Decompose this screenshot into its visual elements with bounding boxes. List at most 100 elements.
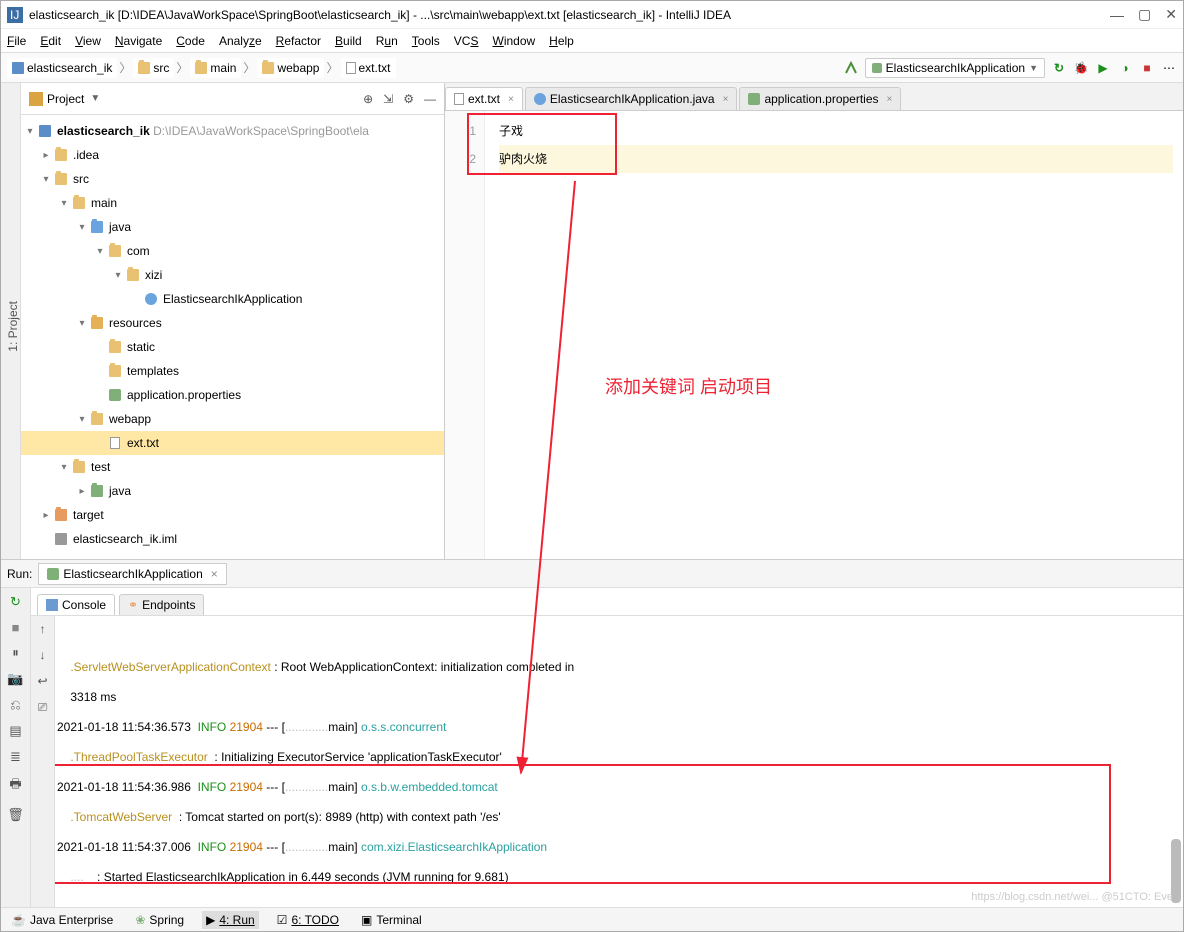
close-icon[interactable]: ×: [508, 94, 514, 105]
pause-icon[interactable]: ⏸: [12, 645, 19, 661]
tree-resources[interactable]: ▾resources: [21, 311, 444, 335]
annotation-text: 添加关键词 启动项目: [605, 373, 772, 401]
menu-view[interactable]: View: [75, 34, 101, 48]
tree-root[interactable]: ▾elasticsearch_ik D:\IDEA\JavaWorkSpace\…: [21, 119, 444, 143]
crumb-src[interactable]: src: [133, 58, 174, 78]
photo-icon[interactable]: 📷: [7, 671, 23, 687]
editor-area: ext.txt× ElasticsearchIkApplication.java…: [445, 83, 1183, 559]
tab-endpoints[interactable]: ⚭Endpoints: [119, 594, 204, 615]
editor[interactable]: 1 2 子戏 驴肉火烧 添加关键词 启动项目: [445, 111, 1183, 559]
gear-icon[interactable]: ⚙: [403, 92, 414, 106]
stop-icon[interactable]: ■: [1139, 60, 1155, 76]
tree-java[interactable]: ▾java: [21, 215, 444, 239]
run-icon[interactable]: ▶: [1095, 60, 1111, 76]
trash-icon[interactable]: 🗑: [7, 807, 24, 823]
run-body: ↻ ■ ⏸ 📷 ⎌ ▤ ≣ 🖶 🗑 Console ⚭Endpoints ↑: [1, 588, 1183, 907]
layout-icon[interactable]: ▤: [9, 723, 21, 739]
crumb-main[interactable]: main: [190, 58, 241, 78]
tab-app-props[interactable]: application.properties×: [739, 87, 901, 110]
build-icon[interactable]: [843, 60, 859, 76]
coverage-icon[interactable]: ◑: [1117, 60, 1133, 76]
menu-help[interactable]: Help: [549, 34, 574, 48]
menu-code[interactable]: Code: [176, 34, 205, 48]
tree-ext-txt[interactable]: ▸ext.txt: [21, 431, 444, 455]
close-icon[interactable]: ×: [887, 94, 893, 105]
close-icon[interactable]: ×: [211, 567, 218, 581]
hide-icon[interactable]: —: [424, 92, 436, 106]
more-icon[interactable]: ⋯: [1161, 60, 1177, 76]
run-tab-app[interactable]: ElasticsearchIkApplication×: [38, 563, 226, 585]
console[interactable]: .ServletWebServerApplicationContext : Ro…: [55, 616, 1183, 907]
svg-text:IJ: IJ: [10, 8, 19, 22]
debug-icon[interactable]: 🐞: [1073, 60, 1089, 76]
exit-icon[interactable]: ⎌: [10, 697, 20, 713]
scroll-icon[interactable]: ≣: [10, 749, 21, 765]
run-header: Run: ElasticsearchIkApplication×: [1, 560, 1183, 588]
project-panel-title[interactable]: Project ▼: [29, 92, 100, 106]
minimize-icon[interactable]: —: [1110, 7, 1124, 23]
tree-main[interactable]: ▾main: [21, 191, 444, 215]
btab-spring[interactable]: ❀Spring: [131, 911, 188, 929]
tree-webapp[interactable]: ▾webapp: [21, 407, 444, 431]
tree-test-java[interactable]: ▸java: [21, 479, 444, 503]
tree-test[interactable]: ▾test: [21, 455, 444, 479]
down-icon[interactable]: ↓: [40, 648, 46, 662]
menu-analyze[interactable]: Analyze: [219, 34, 262, 48]
rerun-icon[interactable]: ↻: [10, 594, 21, 610]
menu-tools[interactable]: Tools: [412, 34, 440, 48]
tree-app-props[interactable]: ▸application.properties: [21, 383, 444, 407]
tree-idea[interactable]: ▸.idea: [21, 143, 444, 167]
tree-target[interactable]: ▸target: [21, 503, 444, 527]
close-icon[interactable]: ✕: [1165, 6, 1177, 23]
status-bar: ☕Java Enterprise ❀Spring ▶4: Run ☑6: TOD…: [1, 907, 1183, 931]
menu-run[interactable]: Run: [376, 34, 398, 48]
menu-vcs[interactable]: VCS: [454, 34, 479, 48]
menu-build[interactable]: Build: [335, 34, 362, 48]
titlebar: IJ elasticsearch_ik [D:\IDEA\JavaWorkSpa…: [1, 1, 1183, 29]
menu-edit[interactable]: Edit: [40, 34, 61, 48]
crumb-file[interactable]: ext.txt: [341, 58, 396, 78]
maximize-icon[interactable]: ▢: [1138, 6, 1151, 23]
tree-iml[interactable]: ▸elasticsearch_ik.iml: [21, 527, 444, 551]
tree-xizi[interactable]: ▾xizi: [21, 263, 444, 287]
menu-navigate[interactable]: Navigate: [115, 34, 162, 48]
menu-file[interactable]: File: [7, 34, 26, 48]
left-tool-strip: 1: Project Web 7: Structure 2: Favorites: [1, 83, 21, 559]
project-tree[interactable]: ▾elasticsearch_ik D:\IDEA\JavaWorkSpace\…: [21, 115, 444, 559]
tree-com[interactable]: ▾com: [21, 239, 444, 263]
btab-terminal[interactable]: ▣Terminal: [357, 911, 426, 929]
class-icon: [534, 93, 546, 105]
close-icon[interactable]: ×: [723, 94, 729, 105]
tab-ext-txt[interactable]: ext.txt×: [445, 87, 523, 110]
tree-src[interactable]: ▾src: [21, 167, 444, 191]
print-icon[interactable]: 🖶: [9, 775, 21, 797]
btab-run[interactable]: ▶4: Run: [202, 911, 259, 929]
spring-icon: [872, 63, 882, 73]
locate-icon[interactable]: ⊕: [363, 92, 373, 106]
btab-todo[interactable]: ☑6: TODO: [273, 911, 343, 929]
tree-app-class[interactable]: ▸ElasticsearchIkApplication: [21, 287, 444, 311]
tab-console[interactable]: Console: [37, 594, 115, 615]
menu-window[interactable]: Window: [492, 34, 535, 48]
filter-icon[interactable]: ⎚: [38, 700, 48, 715]
tree-templates[interactable]: ▸templates: [21, 359, 444, 383]
run-config-select[interactable]: ElasticsearchIkApplication ▼: [865, 58, 1045, 78]
chevron-down-icon: ▼: [90, 93, 100, 104]
menu-refactor[interactable]: Refactor: [276, 34, 321, 48]
run-label: Run:: [7, 567, 32, 581]
rerun-icon[interactable]: ↻: [1051, 60, 1067, 76]
up-icon[interactable]: ↑: [40, 622, 46, 636]
tree-static[interactable]: ▸static: [21, 335, 444, 359]
stop-icon[interactable]: ■: [12, 620, 20, 635]
btab-jee[interactable]: ☕Java Enterprise: [7, 911, 117, 929]
tab-app-java[interactable]: ElasticsearchIkApplication.java×: [525, 87, 738, 110]
strip-project[interactable]: 1: Project: [6, 301, 20, 352]
code-area[interactable]: 子戏 驴肉火烧 添加关键词 启动项目: [485, 111, 1183, 559]
collapse-icon[interactable]: ⇲: [383, 92, 393, 106]
line-gutter: 1 2: [445, 111, 485, 559]
expander-icon[interactable]: ▾: [23, 126, 37, 137]
breadcrumb: elasticsearch_ik〉 src〉 main〉 webapp〉 ext…: [7, 58, 839, 78]
crumb-webapp[interactable]: webapp: [257, 58, 324, 78]
wrap-icon[interactable]: ↩: [37, 674, 47, 688]
crumb-project[interactable]: elasticsearch_ik: [7, 58, 117, 78]
